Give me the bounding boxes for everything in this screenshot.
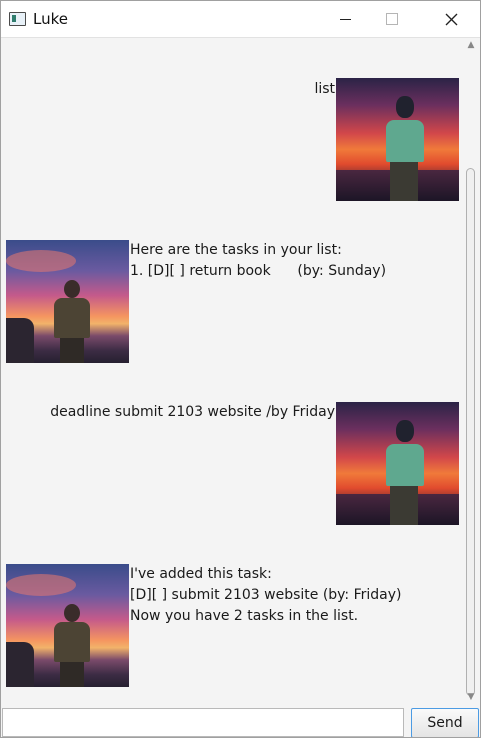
bot-message-line: 1. [D][ ] return book (by: Sunday) xyxy=(130,263,387,279)
scroll-thumb[interactable] xyxy=(466,168,475,696)
avatar-legs xyxy=(60,662,84,687)
avatar-cloud xyxy=(6,574,76,596)
send-button[interactable]: Send xyxy=(411,708,479,737)
avatar-head xyxy=(396,96,414,118)
avatar-cloud xyxy=(6,250,76,272)
bot-message-line: [D][ ] submit 2103 website (by: Friday) xyxy=(130,587,402,603)
user-message-text: list xyxy=(314,81,335,97)
close-button[interactable] xyxy=(424,1,478,37)
avatar-figure xyxy=(52,604,92,687)
avatar-cliff xyxy=(6,318,34,363)
vertical-scrollbar[interactable]: ▲ ▼ xyxy=(463,38,480,703)
dialog-scroll-pane[interactable]: list Here are the tasks in your list: 1.… xyxy=(1,38,480,703)
avatar-legs xyxy=(390,162,418,201)
bot-avatar xyxy=(6,564,129,687)
bot-message-line: Here are the tasks in your list: xyxy=(130,242,342,258)
maximize-icon xyxy=(386,13,398,25)
user-avatar xyxy=(336,402,459,525)
window-title: Luke xyxy=(33,10,68,28)
app-window: Luke list Here are the tasks in your lis… xyxy=(0,0,481,738)
avatar-figure xyxy=(384,96,424,201)
minimize-icon xyxy=(339,18,351,20)
maximize-button[interactable] xyxy=(365,1,419,37)
avatar-torso xyxy=(386,120,424,162)
minimize-button[interactable] xyxy=(318,1,372,37)
scroll-down-icon[interactable]: ▼ xyxy=(467,693,475,702)
app-icon xyxy=(9,12,26,26)
close-icon xyxy=(445,13,457,25)
avatar-legs xyxy=(60,338,84,363)
avatar-legs xyxy=(390,486,418,525)
bot-message-line: Now you have 2 tasks in the list. xyxy=(130,608,359,624)
avatar-head xyxy=(396,420,414,442)
avatar-head xyxy=(64,604,80,622)
bot-avatar xyxy=(6,240,129,363)
input-bar: Send xyxy=(1,704,480,737)
avatar-cliff xyxy=(6,642,34,687)
user-avatar xyxy=(336,78,459,201)
avatar-head xyxy=(64,280,80,298)
user-message-text: deadline submit 2103 website /by Friday xyxy=(50,404,335,420)
title-bar[interactable]: Luke xyxy=(1,1,480,38)
avatar-torso xyxy=(54,298,90,338)
scroll-up-icon[interactable]: ▲ xyxy=(467,41,475,50)
bot-message-line: I've added this task: xyxy=(130,566,272,582)
user-input-field[interactable] xyxy=(2,708,404,737)
avatar-torso xyxy=(54,622,90,662)
avatar-torso xyxy=(386,444,424,486)
avatar-figure xyxy=(52,280,92,363)
avatar-figure xyxy=(384,420,424,525)
